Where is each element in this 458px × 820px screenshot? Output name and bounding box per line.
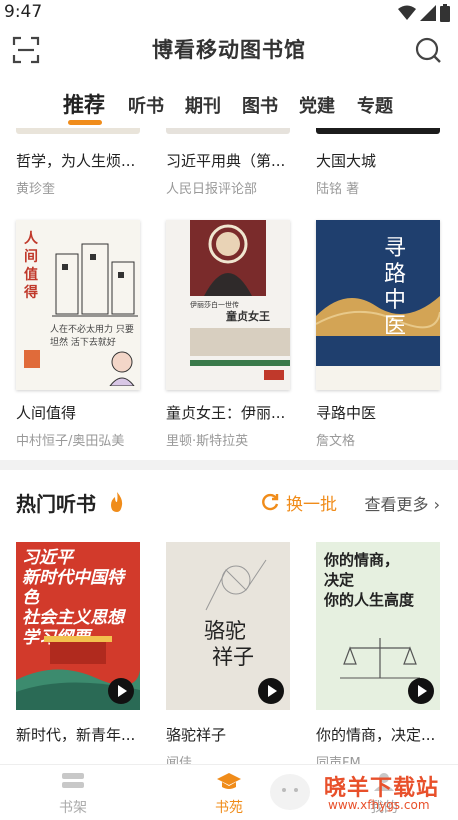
cover-line: 骆驼: [204, 619, 246, 643]
nav-label: 书架: [59, 800, 87, 816]
book-cover-xunlu[interactable]: 寻路中医: [316, 220, 440, 390]
book-title[interactable]: 童贞女王：伊丽...: [166, 402, 298, 423]
book-title[interactable]: 寻路中医: [316, 402, 448, 423]
nav-bookshelf[interactable]: 书架: [33, 771, 113, 817]
book-author: 人民日报评论部: [166, 182, 258, 197]
book-author: 中村恒子/奥田弘美: [16, 434, 125, 449]
book-title[interactable]: 哲学，为人生烦...: [16, 150, 148, 171]
fire-icon: [111, 492, 123, 512]
book-author: 黄珍奎: [16, 182, 56, 197]
cover-footer: [316, 366, 440, 390]
audio-title[interactable]: 新时代，新青年...: [16, 724, 148, 745]
graduation-cap-icon: [217, 773, 241, 789]
audio-cover-2[interactable]: 骆驼 祥子: [166, 542, 290, 710]
book-cover-virgin-queen[interactable]: 伊丽莎白一世传 童贞女王: [166, 220, 290, 390]
cover-line: 习近平: [22, 548, 73, 568]
watermark-url: www.xfhygs.com: [328, 798, 430, 812]
cover-text: 骆驼 祥子: [204, 618, 264, 670]
active-tab-indicator: [68, 120, 102, 125]
watermark: 晓羊下载站 www.xfhygs.com: [318, 770, 458, 818]
section-divider: [0, 460, 458, 470]
status-icons: [398, 4, 450, 22]
search-icon[interactable]: [414, 36, 442, 64]
refresh-label: 换一批: [286, 494, 337, 515]
play-button[interactable]: [258, 678, 284, 704]
audio-cover-1[interactable]: 习近平 新时代中国特色 社会主义思想 学习纲要: [16, 542, 140, 710]
street-illustration: [52, 243, 138, 317]
book-title[interactable]: 人间值得: [16, 402, 148, 423]
cover-sketch: [205, 559, 267, 611]
cover-subtitle: 人在不必太用力 只要坦然 活下去就好: [50, 325, 134, 348]
app-header: 博看移动图书馆: [0, 26, 458, 74]
tab-periodicals[interactable]: 期刊: [185, 92, 221, 118]
tab-audiobooks[interactable]: 听书: [128, 92, 164, 118]
cover-line: 你的情商，: [324, 551, 400, 569]
bookshelf-icon: [62, 773, 84, 788]
cover-photos: [190, 328, 290, 356]
book-author: 詹文格: [316, 434, 356, 449]
tab-books[interactable]: 图书: [242, 92, 278, 118]
refresh-button[interactable]: 换一批: [260, 490, 337, 515]
cover-line: 祥子: [212, 645, 254, 669]
section-title: 热门听书: [16, 492, 96, 516]
tab-party[interactable]: 党建: [299, 92, 335, 118]
nav-bookgarden[interactable]: 书苑: [189, 771, 269, 817]
status-bar: 9:47: [0, 0, 458, 26]
book-cover-3[interactable]: [316, 128, 440, 134]
play-button[interactable]: [408, 678, 434, 704]
book-author: 里顿·斯特拉英: [166, 434, 249, 449]
tab-topics[interactable]: 专题: [357, 92, 393, 118]
portrait-icon: [109, 351, 135, 386]
status-time: 9:47: [4, 2, 43, 22]
cover-line: 你的人生高度: [324, 591, 415, 609]
cover-painting: [190, 220, 266, 296]
audio-title[interactable]: 骆驼祥子: [166, 724, 298, 745]
see-more-link[interactable]: 查看更多 ›: [364, 491, 440, 515]
cover-badge: [24, 350, 40, 368]
page-title: 博看移动图书馆: [152, 38, 306, 62]
book-title[interactable]: 习近平用典（第...: [166, 150, 298, 171]
signal-icon: [420, 5, 436, 21]
cover-title: 人间值得: [24, 231, 38, 301]
audio-cover-3[interactable]: 你的情商， 决定 你的人生高度: [316, 542, 440, 710]
cover-line: 社会主义思想: [22, 608, 124, 628]
book-title[interactable]: 大国大城: [316, 150, 448, 171]
see-more-label: 查看更多: [364, 495, 429, 514]
nav-label: 书苑: [215, 800, 243, 816]
book-cover-renjian[interactable]: 人间值得 人在不必太用力 只要坦然 活下去就好: [16, 220, 140, 390]
audio-title[interactable]: 你的情商，决定...: [316, 724, 448, 745]
cover-line: 新时代中国特色: [22, 568, 124, 608]
tab-recommend[interactable]: 推荐: [63, 89, 105, 119]
refresh-icon: [262, 493, 279, 511]
play-button[interactable]: [108, 678, 134, 704]
cover-title: 童贞女王: [226, 310, 270, 323]
cover-title: 寻路中医: [384, 236, 407, 339]
cover-wave: [316, 296, 440, 336]
sheep-logo-icon: [270, 774, 310, 810]
chevron-right-icon: ›: [433, 495, 440, 514]
cover-band: [190, 360, 290, 366]
cover-line: 决定: [324, 571, 355, 589]
wifi-icon: [398, 5, 416, 20]
book-cover-1[interactable]: [16, 128, 140, 134]
category-tabs: 推荐 听书 期刊 图书 党建 专题: [0, 86, 458, 128]
cover-text: 你的情商， 决定 你的人生高度: [324, 550, 436, 610]
book-author: 陆铭 著: [316, 182, 360, 197]
publisher-logo: [264, 370, 284, 380]
book-cover-2[interactable]: [166, 128, 290, 134]
battery-icon: [440, 4, 450, 22]
